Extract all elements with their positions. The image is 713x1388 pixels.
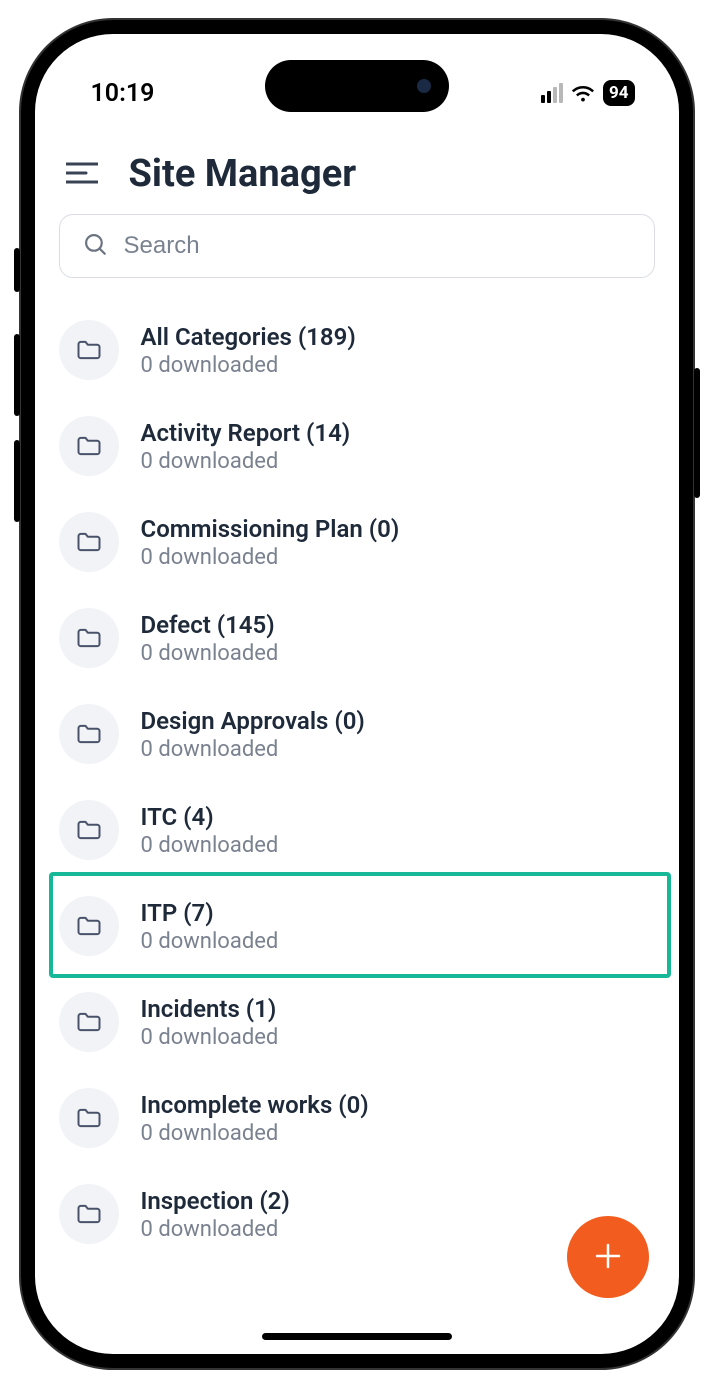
search-box[interactable] bbox=[59, 214, 655, 278]
list-item[interactable]: ITC (4)0 downloaded bbox=[59, 782, 679, 878]
plus-icon bbox=[593, 1241, 623, 1274]
list-item-title: Activity Report (14) bbox=[141, 419, 351, 447]
list-item-subtitle: 0 downloaded bbox=[141, 737, 365, 762]
list-item-text: Defect (145)0 downloaded bbox=[141, 611, 279, 666]
menu-button[interactable] bbox=[63, 155, 101, 193]
folder-icon bbox=[59, 992, 119, 1052]
page-title: Site Manager bbox=[129, 152, 357, 196]
list-item-subtitle: 0 downloaded bbox=[141, 1025, 279, 1050]
list-item-text: Inspection (2)0 downloaded bbox=[141, 1187, 290, 1242]
list-item-title: Design Approvals (0) bbox=[141, 707, 365, 735]
search-container bbox=[35, 214, 679, 296]
list-item-subtitle: 0 downloaded bbox=[141, 641, 279, 666]
status-indicators: 94 bbox=[541, 80, 635, 106]
list-item[interactable]: ITP (7)0 downloaded bbox=[59, 878, 679, 974]
list-item-text: Incidents (1)0 downloaded bbox=[141, 995, 279, 1050]
status-time: 10:19 bbox=[91, 79, 155, 108]
list-item[interactable]: Defect (145)0 downloaded bbox=[59, 590, 679, 686]
battery-level: 94 bbox=[603, 80, 635, 106]
add-button[interactable] bbox=[567, 1216, 649, 1298]
folder-icon bbox=[59, 512, 119, 572]
list-item-text: All Categories (189)0 downloaded bbox=[141, 323, 356, 378]
folder-icon bbox=[59, 1088, 119, 1148]
list-item[interactable]: Commissioning Plan (0)0 downloaded bbox=[59, 494, 679, 590]
cellular-signal-icon bbox=[541, 83, 563, 103]
list-item-subtitle: 0 downloaded bbox=[141, 449, 351, 474]
list-item-title: Commissioning Plan (0) bbox=[141, 515, 400, 543]
list-item-text: Incomplete works (0)0 downloaded bbox=[141, 1091, 369, 1146]
list-item-title: ITC (4) bbox=[141, 803, 279, 831]
header: Site Manager bbox=[35, 142, 679, 214]
content: Site Manager All Categories (189)0 downl… bbox=[35, 34, 679, 1354]
list-item-text: Design Approvals (0)0 downloaded bbox=[141, 707, 365, 762]
list-item-title: Incomplete works (0) bbox=[141, 1091, 369, 1119]
list-item-text: ITP (7)0 downloaded bbox=[141, 899, 279, 954]
folder-icon bbox=[59, 416, 119, 476]
search-icon bbox=[82, 231, 108, 261]
list-item-title: Inspection (2) bbox=[141, 1187, 290, 1215]
list-item[interactable]: Activity Report (14)0 downloaded bbox=[59, 398, 679, 494]
list-item-text: Activity Report (14)0 downloaded bbox=[141, 419, 351, 474]
home-indicator bbox=[262, 1333, 452, 1340]
folder-icon bbox=[59, 320, 119, 380]
folder-icon bbox=[59, 608, 119, 668]
device-frame: 10:19 94 bbox=[21, 20, 693, 1368]
category-list: All Categories (189)0 downloadedActivity… bbox=[35, 296, 679, 1302]
wifi-icon bbox=[571, 84, 595, 102]
list-item-title: Incidents (1) bbox=[141, 995, 279, 1023]
menu-icon bbox=[66, 161, 98, 188]
list-item-subtitle: 0 downloaded bbox=[141, 833, 279, 858]
screen: 10:19 94 bbox=[35, 34, 679, 1354]
list-item-text: Commissioning Plan (0)0 downloaded bbox=[141, 515, 400, 570]
list-item-subtitle: 0 downloaded bbox=[141, 1217, 290, 1242]
folder-icon bbox=[59, 704, 119, 764]
folder-icon bbox=[59, 1184, 119, 1244]
list-item-subtitle: 0 downloaded bbox=[141, 1121, 369, 1146]
folder-icon bbox=[59, 800, 119, 860]
list-item[interactable]: Incomplete works (0)0 downloaded bbox=[59, 1070, 679, 1166]
list-item-title: All Categories (189) bbox=[141, 323, 356, 351]
list-item-subtitle: 0 downloaded bbox=[141, 545, 400, 570]
list-item-subtitle: 0 downloaded bbox=[141, 353, 356, 378]
list-item[interactable]: Incidents (1)0 downloaded bbox=[59, 974, 679, 1070]
folder-icon bbox=[59, 896, 119, 956]
list-item[interactable]: All Categories (189)0 downloaded bbox=[59, 302, 679, 398]
search-input[interactable] bbox=[124, 232, 632, 260]
list-item-subtitle: 0 downloaded bbox=[141, 929, 279, 954]
list-item-title: ITP (7) bbox=[141, 899, 279, 927]
list-item[interactable]: Design Approvals (0)0 downloaded bbox=[59, 686, 679, 782]
list-item-title: Defect (145) bbox=[141, 611, 279, 639]
notch bbox=[265, 60, 449, 112]
list-item-text: ITC (4)0 downloaded bbox=[141, 803, 279, 858]
